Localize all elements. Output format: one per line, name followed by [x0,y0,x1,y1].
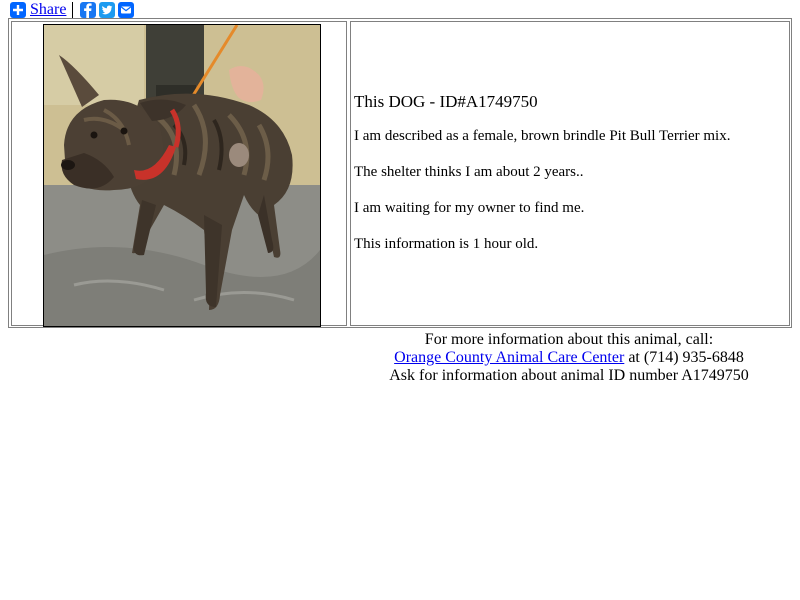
animal-description: I am described as a female, brown brindl… [354,128,731,144]
animal-status: I am waiting for my owner to find me. [354,200,585,216]
share-bar: Share [10,1,135,19]
animal-id-note: Ask for information about animal ID numb… [389,367,749,384]
animal-info: This DOG - ID#A1749750 I am described as… [354,92,784,271]
contact-line: Orange County Animal Care Center at (714… [349,349,789,367]
email-icon[interactable] [118,2,135,18]
photo-cell [11,21,347,327]
plus-icon[interactable] [10,2,26,18]
contact-intro: For more information about this animal, … [424,331,714,348]
info-cell: This DOG - ID#A1749750 I am described as… [350,21,790,326]
facebook-icon[interactable] [80,2,97,18]
shelter-link[interactable]: Orange County Animal Care Center [394,349,624,366]
share-divider [72,2,74,18]
social-icons [80,2,135,18]
info-freshness: This information is 1 hour old. [354,236,539,252]
twitter-icon[interactable] [99,2,116,18]
animal-heading: This DOG - ID#A1749750 [354,92,538,111]
shelter-phone: at (714) 935-6848 [628,349,744,366]
animal-photo[interactable] [43,24,321,327]
share-link[interactable]: Share [30,1,66,19]
listing-table: This DOG - ID#A1749750 I am described as… [8,18,792,328]
contact-footer: For more information about this animal, … [349,331,789,385]
animal-age: The shelter thinks I am about 2 years.. [354,164,584,180]
